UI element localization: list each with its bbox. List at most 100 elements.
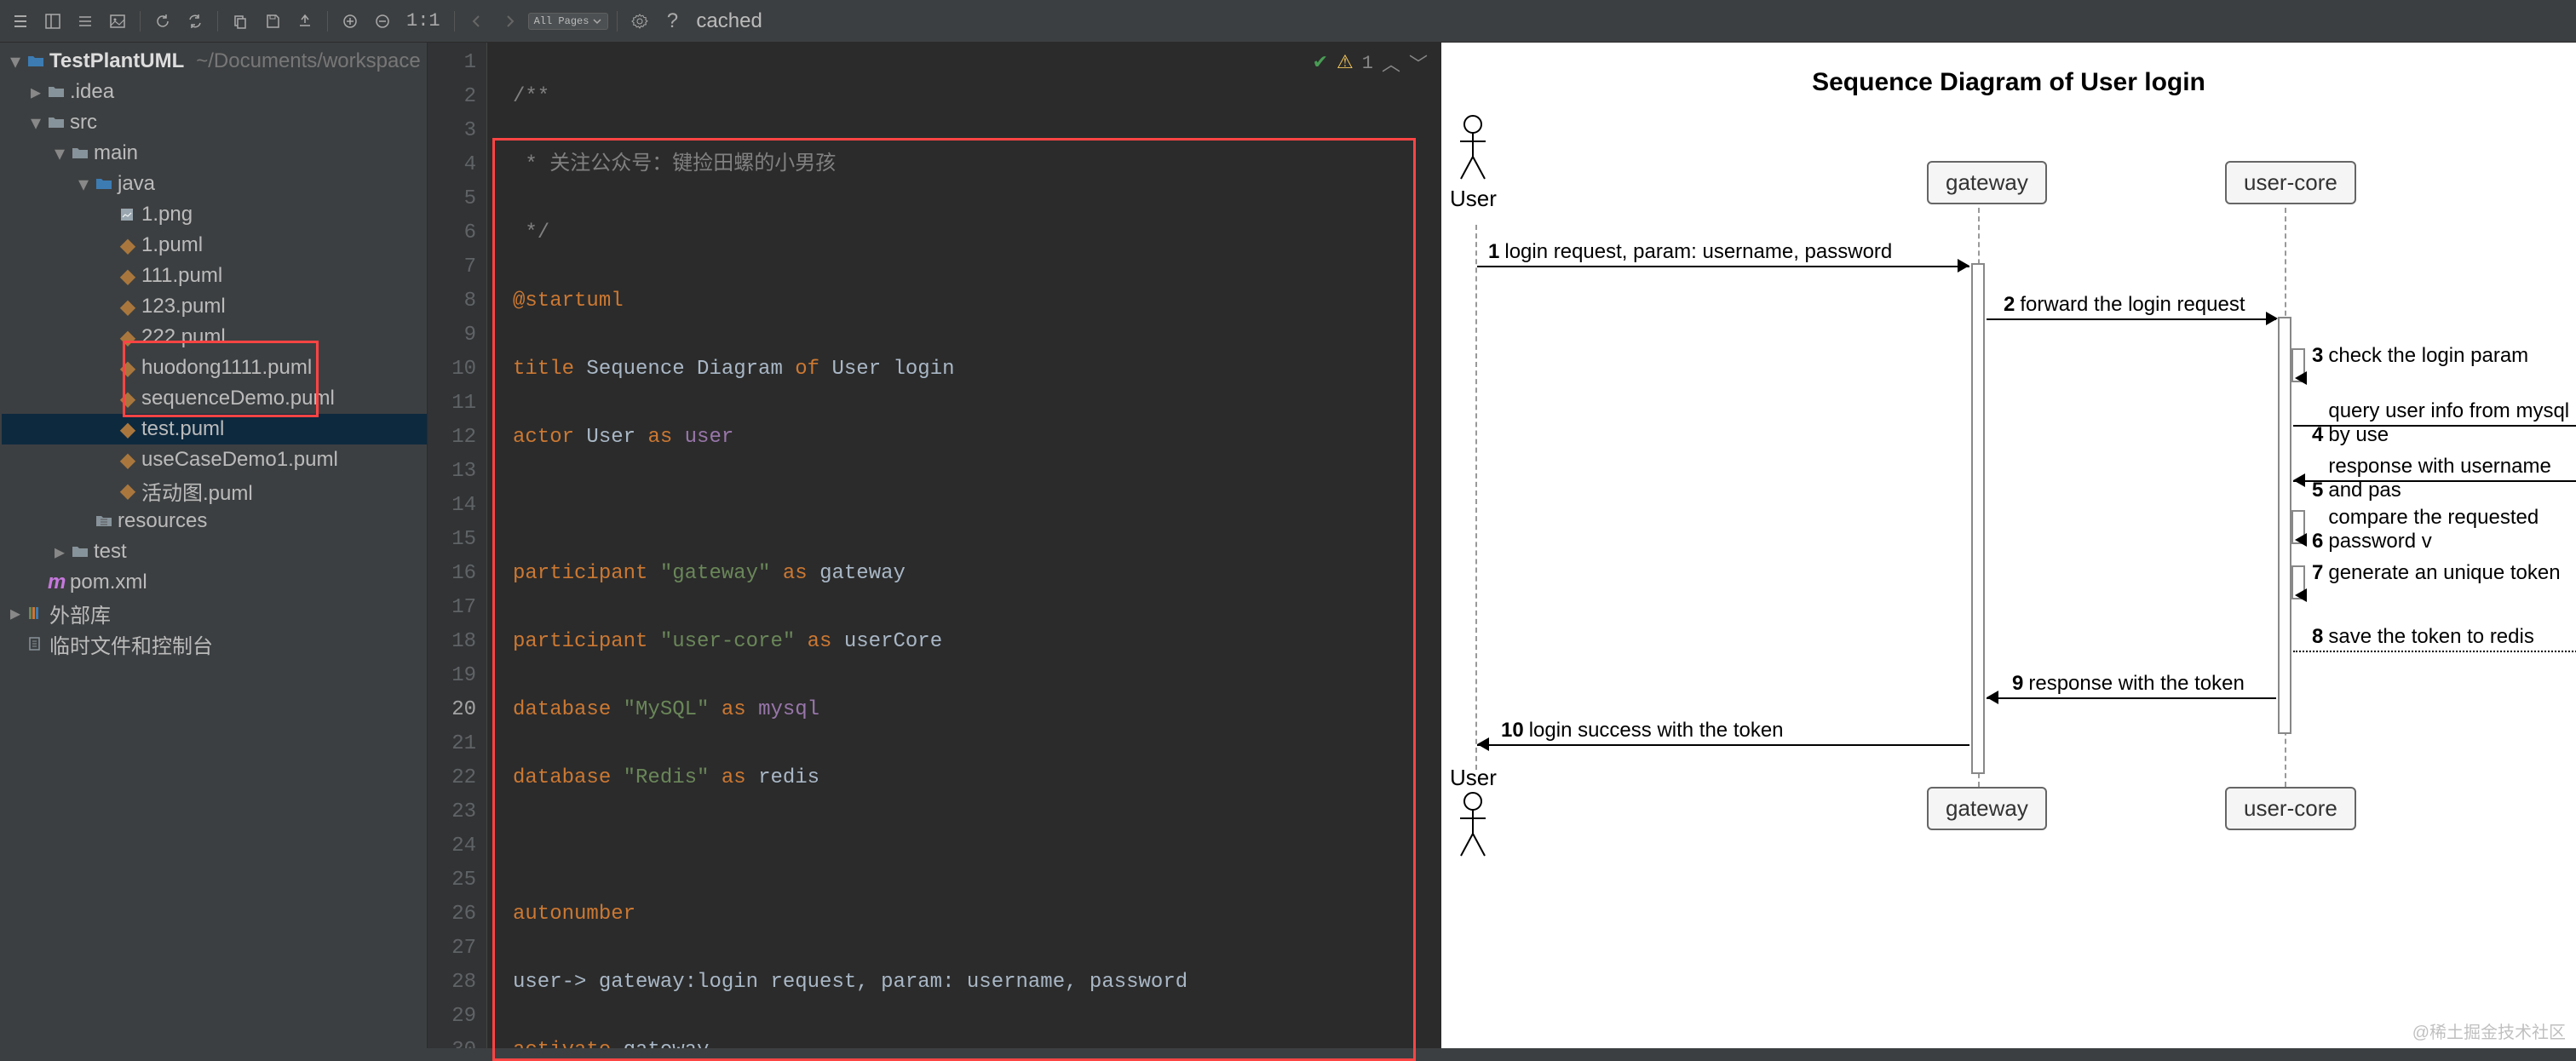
layout-icon[interactable] bbox=[39, 8, 66, 35]
help-icon[interactable]: ? bbox=[658, 8, 686, 35]
actor-user-top: User bbox=[1450, 114, 1497, 212]
export-icon[interactable] bbox=[291, 8, 319, 35]
expand-arrow-icon[interactable]: ▸ bbox=[9, 601, 22, 626]
toolbar: 1:1 All Pages ? cached bbox=[0, 0, 2576, 43]
chevron-down-icon[interactable]: ﹀ bbox=[1409, 49, 1428, 77]
actor-user-label: User bbox=[1450, 765, 1497, 791]
arrow-head-icon bbox=[1987, 691, 1998, 704]
folder-icon bbox=[48, 85, 65, 99]
zoom-in-icon[interactable] bbox=[336, 8, 364, 35]
scratches-icon bbox=[27, 636, 44, 651]
code-text: as bbox=[722, 698, 758, 721]
tree-file[interactable]: ◆ 222.puml bbox=[2, 322, 427, 353]
arrow bbox=[2293, 425, 2576, 427]
tree-file[interactable]: ◆ huodong1111.puml bbox=[2, 353, 427, 383]
code-text: mysql bbox=[758, 698, 819, 721]
code-text: * 关注公众号：键捡田螺的小男孩 bbox=[513, 153, 836, 176]
tree-folder-idea[interactable]: ▸ .idea bbox=[2, 77, 427, 107]
editor-inspection-widget[interactable]: ✔ ⚠ 1 ︿ ﹀ bbox=[1313, 49, 1428, 77]
save-icon[interactable] bbox=[259, 8, 286, 35]
code-text: as bbox=[783, 562, 819, 585]
tree-file[interactable]: ◆ 活动图.puml bbox=[2, 475, 427, 506]
zoom-out-icon[interactable] bbox=[369, 8, 396, 35]
expand-arrow-icon[interactable]: ▾ bbox=[77, 172, 90, 197]
code-text: title bbox=[513, 358, 586, 381]
msg-5: 5response with username and pas bbox=[2312, 455, 2576, 502]
usercore-box-label: user-core bbox=[2225, 161, 2356, 204]
expand-arrow-icon[interactable]: ▸ bbox=[53, 540, 66, 565]
arrow-head-icon bbox=[2295, 588, 2307, 602]
file-name: huodong1111.puml bbox=[141, 356, 312, 380]
expand-arrow-icon[interactable]: ▸ bbox=[29, 80, 43, 105]
chevron-up-icon[interactable]: ︿ bbox=[1382, 49, 1400, 77]
tree-file-pom[interactable]: m pom.xml bbox=[2, 567, 427, 598]
arrow bbox=[1987, 318, 2276, 320]
puml-file-icon: ◆ bbox=[119, 233, 136, 258]
project-root[interactable]: ▾ TestPlantUML ~/Documents/workspace bbox=[2, 46, 427, 77]
file-name: 111.puml bbox=[141, 264, 222, 288]
participant-gateway-bottom: gateway bbox=[1927, 787, 2047, 830]
tree-file[interactable]: 1.png bbox=[2, 199, 427, 230]
image-icon[interactable] bbox=[104, 8, 131, 35]
code-text: userCore bbox=[844, 630, 942, 653]
folder-icon bbox=[72, 545, 89, 559]
image-file-icon bbox=[119, 207, 136, 222]
code-editor[interactable]: 1234567 891011121314 1516171819 20 21222… bbox=[428, 43, 1441, 1048]
arrow-head-icon bbox=[2295, 533, 2307, 547]
folder-icon bbox=[72, 146, 89, 160]
code-text: actor bbox=[513, 426, 586, 449]
arrow bbox=[1477, 744, 1969, 746]
person-icon bbox=[1456, 114, 1490, 182]
code-text: "MySQL" bbox=[624, 698, 722, 721]
tree-folder-src[interactable]: ▾ src bbox=[2, 107, 427, 138]
tree-folder-test[interactable]: ▸ test bbox=[2, 536, 427, 567]
code-area[interactable]: /** * 关注公众号：键捡田螺的小男孩 */ @startuml title … bbox=[487, 43, 1441, 1048]
code-text: /** bbox=[513, 85, 549, 108]
code-text: participant bbox=[513, 630, 660, 653]
code-text: participant bbox=[513, 562, 660, 585]
tree-file-selected[interactable]: ◆ test.puml bbox=[2, 414, 427, 444]
expand-arrow-icon[interactable]: ▾ bbox=[9, 49, 22, 74]
tree-ext-libs[interactable]: ▸ 外部库 bbox=[2, 598, 427, 628]
diagram-title: Sequence Diagram of User login bbox=[1441, 68, 2576, 97]
tree-file[interactable]: ◆ 123.puml bbox=[2, 291, 427, 322]
settings-icon[interactable] bbox=[626, 8, 653, 35]
arrow bbox=[1477, 266, 1969, 267]
activation-gateway bbox=[1971, 263, 1985, 774]
msg-3: 3check the login param bbox=[2312, 344, 2528, 368]
tree-file[interactable]: ◆ 111.puml bbox=[2, 261, 427, 291]
watermark: @稀土掘金技术社区 bbox=[2412, 1018, 2566, 1043]
tree-folder-java[interactable]: ▾ java bbox=[2, 169, 427, 199]
file-name: test.puml bbox=[141, 417, 224, 441]
project-tree[interactable]: ▾ TestPlantUML ~/Documents/workspace ▸ .… bbox=[2, 43, 428, 1048]
refresh-icon[interactable] bbox=[149, 8, 176, 35]
arrow-head-icon bbox=[2295, 371, 2307, 385]
diagram-preview[interactable]: Sequence Diagram of User login bbox=[1441, 43, 2576, 1048]
tree-folder-resources[interactable]: resources bbox=[2, 506, 427, 536]
arrow-head-icon bbox=[1477, 737, 1489, 751]
sync-icon[interactable] bbox=[181, 8, 209, 35]
tree-file[interactable]: ◆ sequenceDemo.puml bbox=[2, 383, 427, 414]
code-text: User bbox=[586, 426, 647, 449]
lines-icon[interactable] bbox=[72, 8, 99, 35]
tree-file[interactable]: ◆ useCaseDemo1.puml bbox=[2, 444, 427, 475]
page-select[interactable]: All Pages bbox=[528, 13, 609, 30]
arrow bbox=[2293, 480, 2576, 482]
file-name: useCaseDemo1.puml bbox=[141, 448, 338, 472]
tree-scratches[interactable]: 临时文件和控制台 bbox=[2, 628, 427, 659]
expand-arrow-icon[interactable]: ▾ bbox=[53, 141, 66, 166]
ext-libs-label: 外部库 bbox=[49, 599, 111, 628]
tree-folder-main[interactable]: ▾ main bbox=[2, 138, 427, 169]
folder-label: java bbox=[118, 172, 155, 196]
list-icon[interactable] bbox=[7, 8, 34, 35]
file-name: 1.puml bbox=[141, 233, 203, 257]
participant-gateway-top: gateway bbox=[1927, 161, 2047, 204]
nav-back-icon[interactable] bbox=[463, 8, 491, 35]
tree-file[interactable]: ◆ 1.puml bbox=[2, 230, 427, 261]
arrow-head-icon bbox=[2293, 473, 2305, 487]
project-root-path: ~/Documents/workspace bbox=[196, 49, 420, 73]
zoom-reset-button[interactable]: 1:1 bbox=[401, 8, 446, 35]
copy-icon[interactable] bbox=[227, 8, 254, 35]
nav-forward-icon[interactable] bbox=[496, 8, 523, 35]
expand-arrow-icon[interactable]: ▾ bbox=[29, 111, 43, 135]
